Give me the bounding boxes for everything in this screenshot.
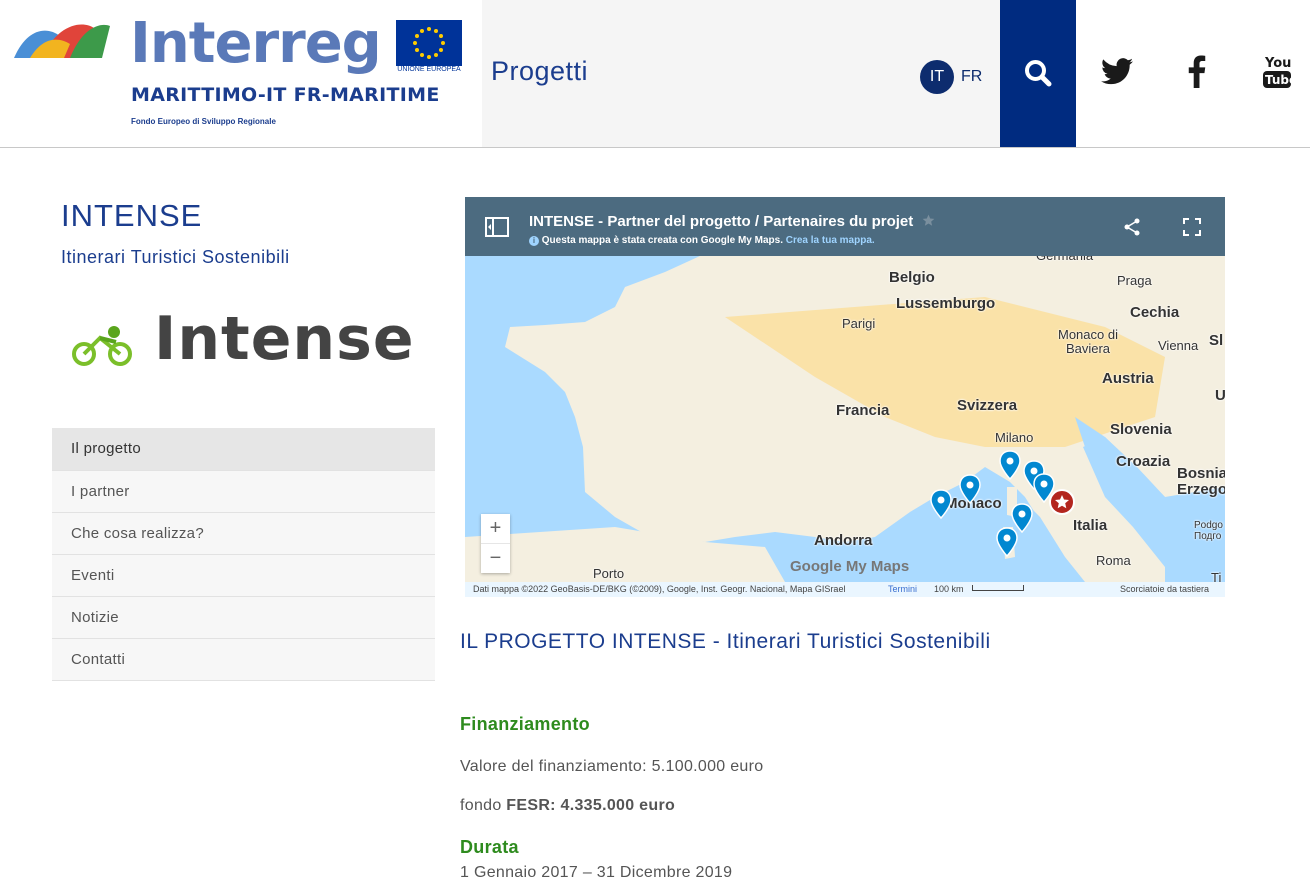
section-title-bar: Progetti IT FR bbox=[482, 0, 1000, 147]
nav-item-il-progetto[interactable]: Il progetto bbox=[52, 428, 435, 471]
scale-bar bbox=[972, 585, 1024, 591]
svg-text:You: You bbox=[1264, 56, 1291, 71]
cyclist-icon bbox=[72, 326, 132, 366]
article-heading: IL PROGETTO INTENSE - Itinerari Turistic… bbox=[460, 630, 991, 653]
eu-label: UNIONE EUROPEA bbox=[397, 66, 461, 73]
interreg-swoosh-icon bbox=[14, 24, 110, 58]
project-title: INTENSE bbox=[61, 198, 203, 233]
info-icon: i bbox=[529, 236, 539, 246]
funding-value: Valore del finanziamento: 5.100.000 euro bbox=[460, 758, 764, 775]
nav-item-che-cosa-realizza[interactable]: Che cosa realizza? bbox=[52, 513, 435, 555]
fesr-value: FESR: 4.335.000 euro bbox=[506, 797, 676, 814]
lead-partner-star-icon[interactable] bbox=[1049, 489, 1075, 515]
search-button[interactable] bbox=[1000, 0, 1076, 147]
section-title: Progetti bbox=[491, 56, 589, 86]
site-header: Interreg UNIONE EUROPEA MARITTIMO-IT FR-… bbox=[0, 0, 1310, 148]
zoom-controls: + − bbox=[481, 514, 510, 573]
partner-marker-icon[interactable] bbox=[999, 450, 1021, 481]
twitter-icon bbox=[1101, 58, 1133, 85]
map-markers bbox=[930, 450, 1075, 558]
map-subtitle: i Questa mappa è stata creata con Google… bbox=[529, 235, 875, 246]
eu-flag-icon bbox=[396, 20, 462, 66]
svg-text:Tube: Tube bbox=[1265, 73, 1292, 87]
facebook-icon bbox=[1188, 55, 1206, 88]
map-attribution-bar: Dati mappa ©2022 GeoBasis-DE/BKG (©2009)… bbox=[465, 582, 1225, 597]
map-attribution: Dati mappa ©2022 GeoBasis-DE/BKG (©2009)… bbox=[473, 584, 846, 594]
nav-item-notizie[interactable]: Notizie bbox=[52, 597, 435, 639]
zoom-in-button[interactable]: + bbox=[481, 514, 510, 544]
twitter-link[interactable] bbox=[1078, 0, 1156, 147]
duration-value: 1 Gennaio 2017 – 31 Dicembre 2019 bbox=[460, 864, 733, 881]
nav-item-contatti[interactable]: Contatti bbox=[52, 639, 435, 681]
legend-toggle-icon[interactable] bbox=[485, 217, 509, 237]
fesr-label: fondo bbox=[460, 797, 502, 814]
map-subtitle-text: Questa mappa è stata creata con Google M… bbox=[541, 235, 783, 246]
interreg-logo[interactable]: Interreg UNIONE EUROPEA MARITTIMO-IT FR-… bbox=[0, 0, 482, 147]
fesr-line: fondo FESR: 4.335.000 euro bbox=[460, 797, 675, 815]
brand-wordmark: Interreg bbox=[130, 11, 382, 76]
youtube-icon: You Tube bbox=[1263, 56, 1292, 88]
language-fr-button[interactable]: FR bbox=[961, 68, 982, 86]
partner-marker-icon[interactable] bbox=[930, 489, 952, 520]
map-terms-link[interactable]: Termini bbox=[888, 582, 917, 597]
google-map[interactable]: Germania Praga Belgio Lussemburgo Cechia… bbox=[465, 197, 1225, 597]
funding-title: Finanziamento bbox=[460, 714, 590, 734]
fullscreen-icon[interactable] bbox=[1183, 218, 1201, 236]
language-it-button[interactable]: IT bbox=[920, 60, 954, 94]
duration-title: Durata bbox=[460, 837, 519, 857]
partner-marker-icon[interactable] bbox=[959, 474, 981, 505]
search-icon bbox=[1025, 60, 1052, 87]
share-icon[interactable] bbox=[1124, 218, 1140, 236]
map-scale: 100 km bbox=[934, 584, 964, 594]
intense-wordmark: Intense bbox=[154, 304, 415, 374]
intense-logo: Intense bbox=[70, 304, 430, 380]
nav-item-eventi[interactable]: Eventi bbox=[52, 555, 435, 597]
project-nav: Il progetto I partner Che cosa realizza?… bbox=[52, 428, 435, 681]
nav-item-i-partner[interactable]: I partner bbox=[52, 471, 435, 513]
keyboard-shortcuts-link[interactable]: Scorciatoie da tastiera bbox=[1120, 582, 1209, 597]
map-title: INTENSE - Partner del progetto / Partena… bbox=[529, 213, 914, 230]
youtube-link[interactable]: You Tube bbox=[1238, 0, 1310, 147]
partner-marker-icon[interactable] bbox=[996, 527, 1018, 558]
project-subtitle: Itinerari Turistici Sostenibili bbox=[61, 247, 290, 267]
map-header: INTENSE - Partner del progetto / Partena… bbox=[465, 197, 1225, 256]
create-map-link[interactable]: Crea la tua mappa. bbox=[786, 235, 875, 246]
star-icon[interactable] bbox=[922, 214, 935, 227]
zoom-out-button[interactable]: − bbox=[481, 544, 510, 573]
programme-name: MARITTIMO-IT FR-MARITIME bbox=[131, 84, 440, 106]
fund-name: Fondo Europeo di Sviluppo Regionale bbox=[131, 117, 276, 126]
google-my-maps-logo: Google My Maps bbox=[790, 558, 910, 575]
partner-marker-icon[interactable] bbox=[1011, 503, 1033, 534]
facebook-link[interactable] bbox=[1158, 0, 1236, 147]
